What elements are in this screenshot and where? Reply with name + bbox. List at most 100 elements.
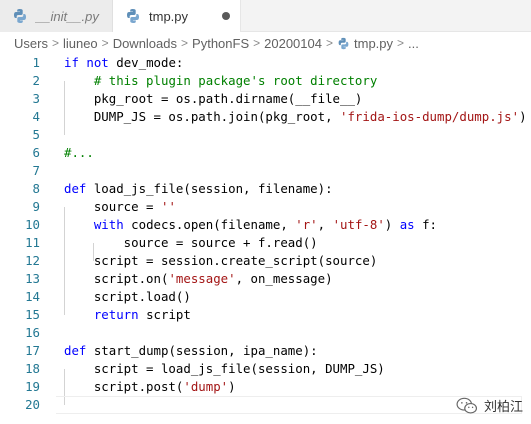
code-line[interactable]: 18 script = load_js_file(session, DUMP_J… — [0, 360, 531, 378]
code-token: f: — [414, 217, 438, 232]
code-token: script.post( — [64, 379, 184, 394]
code-token: start_dump(session, ipa_name): — [86, 343, 318, 358]
unsaved-dot-icon[interactable] — [222, 12, 230, 20]
line-number: 3 — [32, 91, 40, 106]
code-line[interactable]: 19 script.post('dump') — [0, 378, 531, 396]
string-token: 'message' — [168, 271, 236, 286]
chevron-right-icon: > — [181, 36, 189, 50]
keyword-token: def — [64, 343, 87, 358]
code-line[interactable]: 17 def start_dump(session, ipa_name): — [0, 342, 531, 360]
code-text: source = source + f.read() — [64, 234, 318, 252]
code-text: return script — [64, 306, 191, 324]
code-token: dev_mode: — [108, 55, 184, 70]
code-line[interactable]: 2 # this plugin package's root directory — [0, 72, 531, 90]
keyword-token: as — [399, 217, 415, 232]
tab-label: __init__.py — [36, 8, 99, 24]
line-number: 1 — [32, 55, 40, 70]
breadcrumb-file[interactable]: tmp.py — [337, 36, 393, 51]
keyword-token: not — [86, 55, 109, 70]
code-line[interactable]: 7 — [0, 162, 531, 180]
string-token: 'r' — [295, 217, 318, 232]
chevron-right-icon: > — [101, 36, 109, 50]
comment-token: # this plugin package's root directory — [93, 73, 378, 88]
code-line[interactable]: 20 — [0, 396, 531, 414]
keyword-token: if — [64, 55, 79, 70]
code-text: # this plugin package's root directory — [64, 72, 377, 90]
line-number: 15 — [25, 307, 40, 322]
code-line[interactable]: 8 def load_js_file(session, filename): — [0, 180, 531, 198]
line-number: 11 — [25, 235, 40, 250]
breadcrumb-item[interactable]: 20200104 — [264, 36, 322, 51]
code-token: , on_message) — [235, 271, 333, 286]
line-number: 4 — [32, 109, 40, 124]
line-number: 8 — [32, 181, 40, 196]
line-number: 10 — [25, 217, 40, 232]
tab-tmp-py[interactable]: tmp.py — [113, 0, 241, 32]
line-number: 18 — [25, 361, 40, 376]
python-file-icon — [14, 9, 26, 23]
code-text: def start_dump(session, ipa_name): — [64, 342, 318, 360]
chevron-right-icon: > — [253, 36, 261, 50]
code-line[interactable]: 4 DUMP_JS = os.path.join(pkg_root, 'frid… — [0, 108, 531, 126]
code-token: script — [138, 307, 191, 322]
code-line[interactable]: 5 — [0, 126, 531, 144]
breadcrumb-item[interactable]: Users — [14, 36, 48, 51]
code-token: script.load() — [64, 289, 191, 304]
code-line[interactable]: 9 source = '' — [0, 198, 531, 216]
current-line-highlight — [56, 396, 522, 414]
breadcrumb-item[interactable]: liuneo — [63, 36, 98, 51]
code-text: #... — [64, 144, 94, 162]
code-line[interactable]: 10 with codecs.open(filename, 'r', 'utf-… — [0, 216, 531, 234]
breadcrumb-item[interactable]: PythonFS — [192, 36, 249, 51]
code-text: script.on('message', on_message) — [64, 270, 333, 288]
code-text: DUMP_JS = os.path.join(pkg_root, 'frida-… — [64, 108, 527, 126]
tab-init-py[interactable]: __init__.py — [0, 0, 113, 32]
code-token: ) — [519, 109, 527, 124]
code-line[interactable]: 14 script.load() — [0, 288, 531, 306]
code-line[interactable]: 1 if not dev_mode: — [0, 54, 531, 72]
string-token: 'frida-ios-dump/dump.js' — [340, 109, 520, 124]
code-text: def load_js_file(session, filename): — [64, 180, 333, 198]
code-line[interactable]: 16 — [0, 324, 531, 342]
line-number: 20 — [25, 397, 40, 412]
code-token: DUMP_JS = os.path.join(pkg_root, — [64, 109, 341, 124]
code-text: script.post('dump') — [64, 378, 236, 396]
code-token: script.on( — [64, 271, 169, 286]
code-text: pkg_root = os.path.dirname(__file__) — [64, 90, 363, 108]
breadcrumb-item[interactable]: Downloads — [113, 36, 177, 51]
code-line[interactable]: 15 return script — [0, 306, 531, 324]
code-token: source = source + f.read() — [64, 235, 318, 250]
code-token: ) — [384, 217, 400, 232]
code-editor[interactable]: 1 if not dev_mode: 2 # this plugin package… — [0, 54, 531, 424]
line-number: 19 — [25, 379, 40, 394]
chevron-right-icon: > — [325, 36, 333, 50]
line-number: 9 — [32, 199, 40, 214]
breadcrumb-symbols[interactable]: ... — [408, 36, 419, 51]
code-line[interactable]: 12 script = session.create_script(source… — [0, 252, 531, 270]
code-text: if not dev_mode: — [64, 54, 183, 72]
watermark: 刘柏江 — [456, 396, 523, 415]
code-line[interactable]: 13 script.on('message', on_message) — [0, 270, 531, 288]
line-number: 5 — [32, 127, 40, 142]
chevron-right-icon: > — [397, 36, 405, 50]
line-number: 13 — [25, 271, 40, 286]
editor-tab-bar: __init__.py tmp.py — [0, 0, 531, 32]
code-line[interactable]: 3 pkg_root = os.path.dirname(__file__) — [0, 90, 531, 108]
code-token: source = — [64, 199, 161, 214]
code-token: load_js_file(session, filename): — [86, 181, 333, 196]
python-file-icon — [127, 9, 139, 23]
keyword-token: with — [93, 217, 124, 232]
code-token: pkg_root = os.path.dirname(__file__) — [64, 91, 363, 106]
code-line[interactable]: 11 source = source + f.read() — [0, 234, 531, 252]
breadcrumb-file-label: tmp.py — [354, 35, 394, 51]
string-token: 'utf-8' — [332, 217, 385, 232]
string-token: 'dump' — [183, 379, 229, 394]
tab-label: tmp.py — [149, 8, 189, 24]
code-text: script = session.create_script(source) — [64, 252, 377, 270]
code-line[interactable]: 6 #... — [0, 144, 531, 162]
keyword-token: return — [93, 307, 139, 322]
line-number: 16 — [25, 325, 40, 340]
code-text: script.load() — [64, 288, 191, 306]
